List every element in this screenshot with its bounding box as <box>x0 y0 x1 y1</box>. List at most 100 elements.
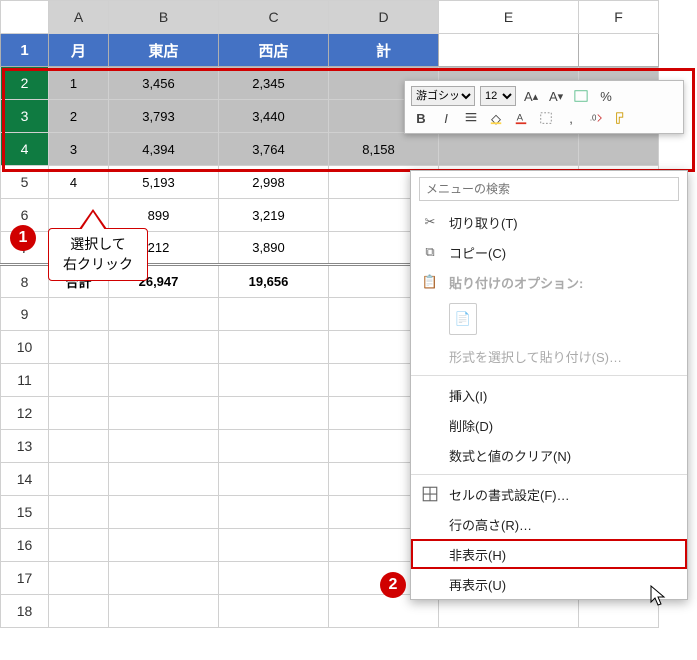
col-header-a[interactable]: A <box>49 1 109 34</box>
cell[interactable]: 東店 <box>109 34 219 67</box>
menu-search-input[interactable] <box>419 177 679 201</box>
cell[interactable]: 2 <box>49 100 109 133</box>
format-cells-icon <box>421 485 439 503</box>
comma-style-icon[interactable]: , <box>561 108 581 128</box>
menu-hide[interactable]: 非表示(H) <box>411 539 687 569</box>
menu-label: 切り取り(T) <box>449 213 518 232</box>
row-header-8[interactable]: 8 <box>1 265 49 298</box>
format-painter-icon[interactable] <box>611 108 631 128</box>
context-menu: ✂ 切り取り(T) ⧉ コピー(C) 📋 貼り付けのオプション: 📄 形式を選択… <box>410 170 688 600</box>
cell[interactable]: 8,158 <box>329 133 439 166</box>
row-header-2[interactable]: 2 <box>1 67 49 100</box>
col-header-c[interactable]: C <box>219 1 329 34</box>
row-header[interactable]: 9 <box>1 298 49 331</box>
mini-toolbar[interactable]: 游ゴシック 12 A▴ A▾ % B I A , .0 <box>404 80 684 134</box>
cell[interactable]: 3,764 <box>219 133 329 166</box>
row-header-1[interactable]: 1 <box>1 34 49 67</box>
annotation-callout: 選択して 右クリック <box>48 228 148 281</box>
cell[interactable]: 899 <box>109 199 219 232</box>
cell[interactable]: 4,394 <box>109 133 219 166</box>
cell[interactable]: 3,440 <box>219 100 329 133</box>
cell[interactable]: 4 <box>49 166 109 199</box>
decrease-decimal-icon[interactable]: .0 <box>586 108 606 128</box>
row-header[interactable]: 14 <box>1 463 49 496</box>
cell[interactable]: 2,998 <box>219 166 329 199</box>
clipboard-icon: 📋 <box>421 274 439 290</box>
menu-search[interactable] <box>411 171 687 207</box>
row-header[interactable]: 13 <box>1 430 49 463</box>
col-header-d[interactable]: D <box>329 1 439 34</box>
menu-format-cells[interactable]: セルの書式設定(F)… <box>411 479 687 509</box>
cell[interactable] <box>439 34 579 67</box>
menu-label: 挿入(I) <box>449 386 487 405</box>
menu-separator <box>411 375 687 376</box>
cell[interactable] <box>439 133 579 166</box>
menu-label: 貼り付けのオプション: <box>449 273 583 292</box>
increase-font-icon[interactable]: A▴ <box>521 86 541 106</box>
font-color-button[interactable]: A <box>511 108 531 128</box>
row-header[interactable]: 10 <box>1 331 49 364</box>
svg-text:.0: .0 <box>590 114 597 123</box>
font-size-select[interactable]: 12 <box>480 86 516 106</box>
scissors-icon: ✂ <box>421 214 439 230</box>
col-header-e[interactable]: E <box>439 1 579 34</box>
decrease-font-icon[interactable]: A▾ <box>546 86 566 106</box>
menu-clear[interactable]: 数式と値のクリア(N) <box>411 440 687 470</box>
row-header-3[interactable]: 3 <box>1 100 49 133</box>
menu-label: 形式を選択して貼り付け(S)… <box>449 347 622 366</box>
cell[interactable] <box>579 34 659 67</box>
borders-button[interactable] <box>536 108 556 128</box>
mouse-cursor-icon <box>650 585 668 610</box>
svg-text:A: A <box>517 113 524 124</box>
row-header[interactable]: 16 <box>1 529 49 562</box>
row-header[interactable]: 15 <box>1 496 49 529</box>
copy-icon: ⧉ <box>421 244 439 260</box>
menu-label: 行の高さ(R)… <box>449 515 532 534</box>
menu-paste-special: 形式を選択して貼り付け(S)… <box>411 341 687 371</box>
font-name-select[interactable]: 游ゴシック <box>411 86 475 106</box>
menu-label: 数式と値のクリア(N) <box>449 446 571 465</box>
cell[interactable]: 1 <box>49 67 109 100</box>
fill-color-button[interactable] <box>486 108 506 128</box>
callout-line1: 選択して <box>63 235 133 255</box>
menu-delete[interactable]: 削除(D) <box>411 410 687 440</box>
row-header[interactable]: 18 <box>1 595 49 628</box>
italic-button[interactable]: I <box>436 108 456 128</box>
row-header[interactable]: 11 <box>1 364 49 397</box>
col-header-f[interactable]: F <box>579 1 659 34</box>
col-header-b[interactable]: B <box>109 1 219 34</box>
cell[interactable]: 2,345 <box>219 67 329 100</box>
cell[interactable]: 3,890 <box>219 232 329 265</box>
cell[interactable]: 3,793 <box>109 100 219 133</box>
row-header-5[interactable]: 5 <box>1 166 49 199</box>
cell[interactable]: 3,219 <box>219 199 329 232</box>
menu-paste-options: 📋 貼り付けのオプション: <box>411 267 687 297</box>
cell[interactable]: 3 <box>49 133 109 166</box>
cell[interactable]: 計 <box>329 34 439 67</box>
menu-label: 削除(D) <box>449 416 493 435</box>
accounting-format-icon[interactable] <box>571 86 591 106</box>
menu-label: セルの書式設定(F)… <box>449 485 570 504</box>
cell[interactable]: 3,456 <box>109 67 219 100</box>
row-header-4[interactable]: 4 <box>1 133 49 166</box>
menu-cut[interactable]: ✂ 切り取り(T) <box>411 207 687 237</box>
row-header[interactable]: 17 <box>1 562 49 595</box>
bold-button[interactable]: B <box>411 108 431 128</box>
percent-icon[interactable]: % <box>596 86 616 106</box>
row-header[interactable]: 12 <box>1 397 49 430</box>
align-button[interactable] <box>461 108 481 128</box>
cell[interactable]: 月 <box>49 34 109 67</box>
paste-option-buttons: 📄 <box>411 297 687 341</box>
annotation-badge-1: 1 <box>10 225 36 251</box>
menu-unhide[interactable]: 再表示(U) <box>411 569 687 599</box>
cell[interactable]: 西店 <box>219 34 329 67</box>
menu-row-height[interactable]: 行の高さ(R)… <box>411 509 687 539</box>
select-all-corner[interactable] <box>1 1 49 34</box>
paste-icon: 📄 <box>449 303 477 335</box>
cell[interactable] <box>579 133 659 166</box>
menu-insert[interactable]: 挿入(I) <box>411 380 687 410</box>
cell[interactable]: 19,656 <box>219 265 329 298</box>
callout-line2: 右クリック <box>63 255 133 275</box>
menu-copy[interactable]: ⧉ コピー(C) <box>411 237 687 267</box>
cell[interactable]: 5,193 <box>109 166 219 199</box>
